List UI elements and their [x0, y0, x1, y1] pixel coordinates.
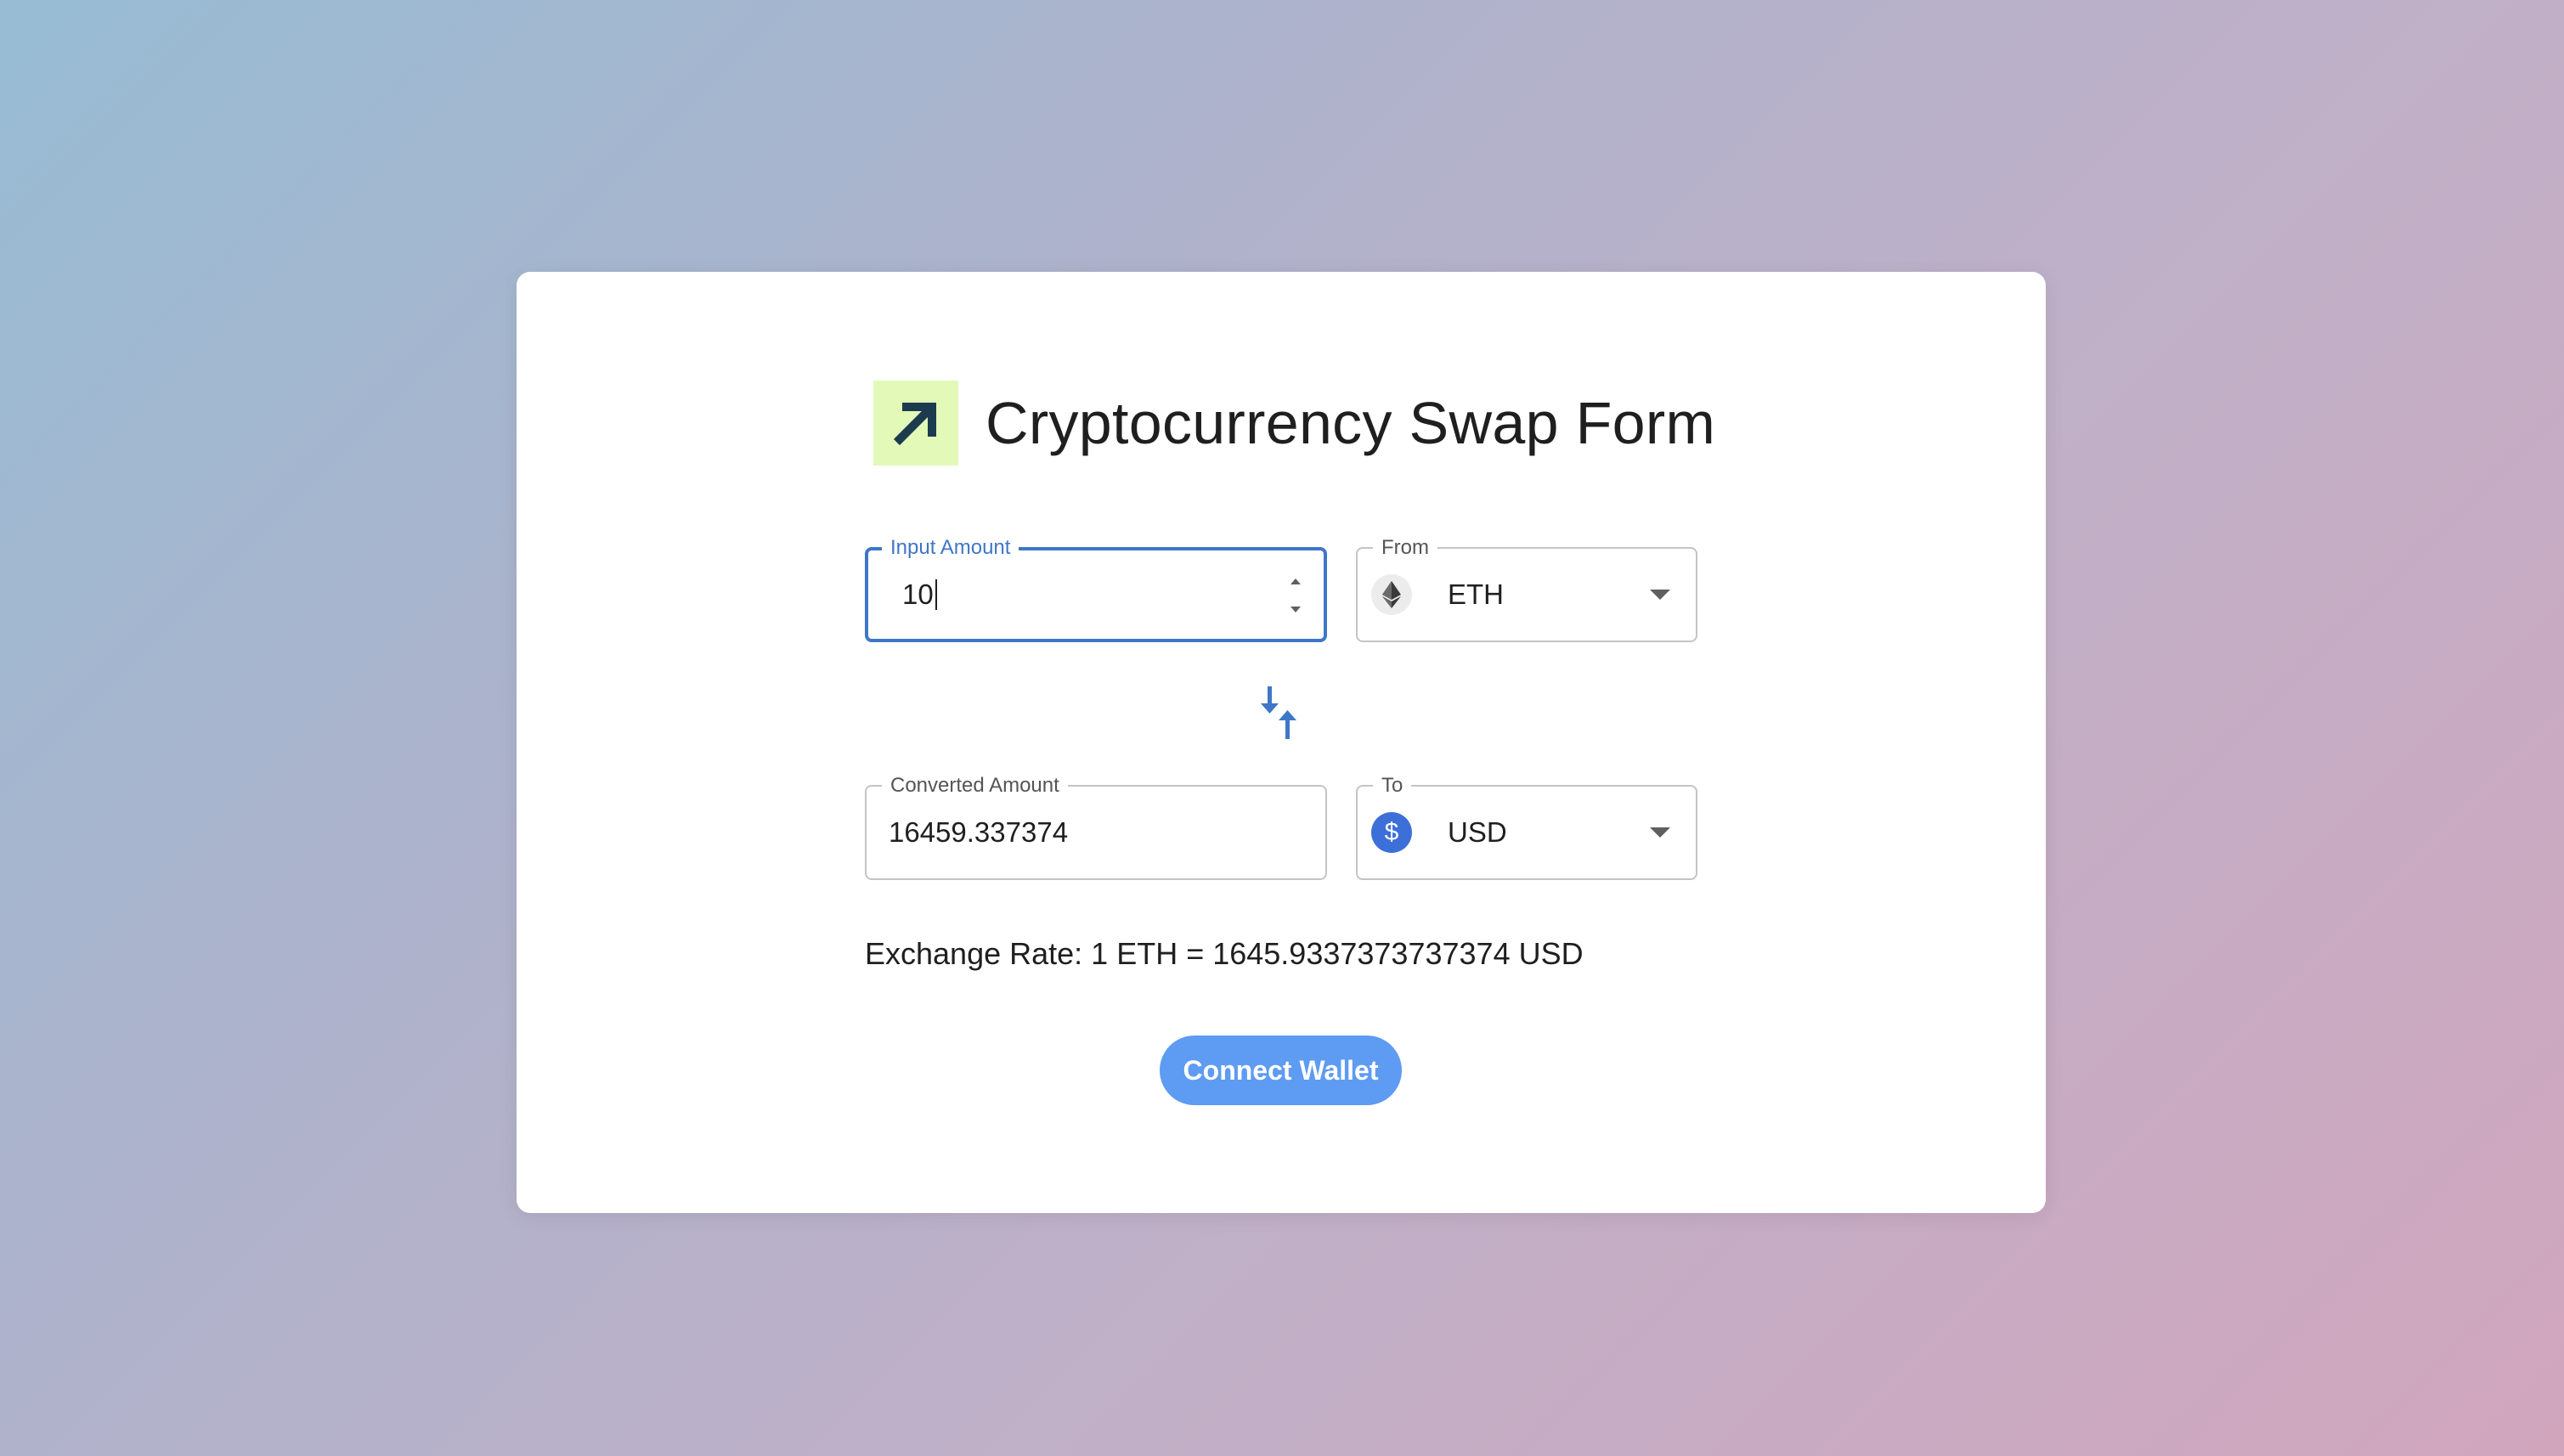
page-title: Cryptocurrency Swap Form: [986, 390, 1716, 456]
to-label: To: [1373, 774, 1412, 798]
swap-form-card: Cryptocurrency Swap Form Input Amount 10…: [517, 272, 2046, 1213]
to-currency-select[interactable]: To $ USD: [1356, 774, 1697, 880]
from-currency-select[interactable]: From ETH: [1356, 536, 1697, 642]
exchange-rate-text: Exchange Rate: 1 ETH = 1645.933737373737…: [865, 936, 1584, 971]
input-amount-value-wrap[interactable]: 10: [902, 550, 937, 639]
converted-amount-field[interactable]: Converted Amount 16459.337374: [865, 774, 1327, 880]
swap-vertical-icon[interactable]: [1256, 683, 1307, 742]
app-logo: [873, 381, 958, 466]
from-label: From: [1373, 536, 1437, 560]
chevron-down-icon[interactable]: [1650, 590, 1670, 600]
stepper-down-icon[interactable]: [1288, 605, 1303, 615]
input-amount-value[interactable]: 10: [902, 578, 934, 611]
dollar-coin-icon: $: [1371, 812, 1412, 853]
form-header: Cryptocurrency Swap Form: [873, 381, 1715, 466]
stepper-up-icon[interactable]: [1288, 576, 1303, 586]
text-caret: [935, 579, 937, 610]
ethereum-icon: [1371, 574, 1412, 615]
arrow-up-right-icon: [893, 403, 936, 446]
from-currency-value: ETH: [1448, 578, 1504, 610]
input-amount-field[interactable]: Input Amount 10: [865, 536, 1327, 642]
chevron-down-icon[interactable]: [1650, 827, 1670, 838]
to-currency-value: USD: [1448, 816, 1507, 848]
number-stepper[interactable]: [1286, 576, 1305, 615]
converted-amount-value: 16459.337374: [889, 816, 1069, 848]
connect-wallet-button[interactable]: Connect Wallet: [1160, 1036, 1402, 1105]
